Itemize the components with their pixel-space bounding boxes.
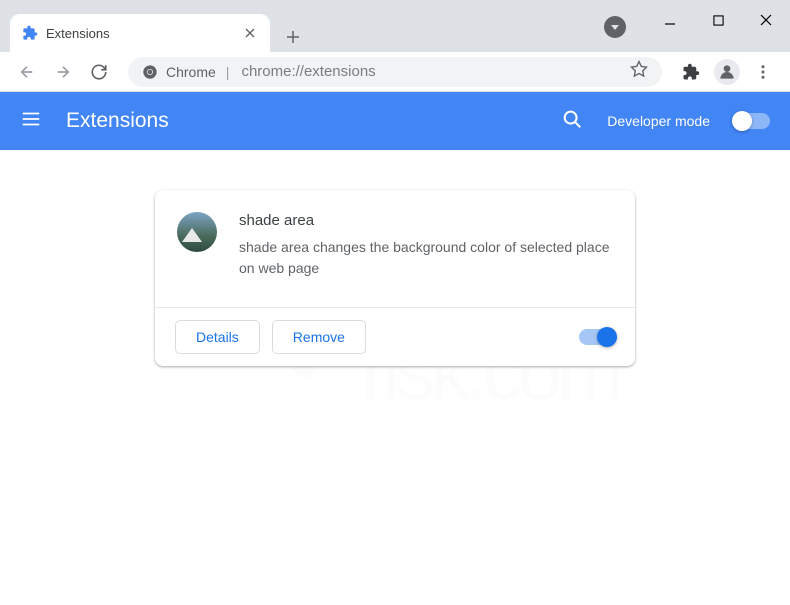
extensions-puzzle-icon[interactable] — [676, 57, 706, 87]
card-footer: Details Remove — [155, 307, 635, 366]
bookmark-star-icon[interactable] — [630, 60, 648, 83]
divider: | — [226, 64, 230, 80]
developer-mode-label: Developer mode — [607, 113, 710, 129]
tab-title: Extensions — [46, 26, 234, 41]
extension-description: shade area changes the background color … — [239, 237, 613, 279]
extension-enable-toggle[interactable] — [579, 329, 615, 345]
extension-icon — [22, 25, 38, 41]
address-label: Chrome — [166, 64, 216, 80]
minimize-button[interactable] — [646, 3, 694, 37]
close-button[interactable] — [742, 3, 790, 37]
extensions-header: Extensions Developer mode — [0, 92, 790, 150]
chrome-icon — [142, 64, 158, 80]
update-indicator[interactable] — [604, 16, 626, 38]
remove-button[interactable]: Remove — [272, 320, 366, 354]
developer-mode-toggle[interactable] — [734, 113, 770, 129]
toggle-knob — [597, 327, 617, 347]
extension-avatar-icon — [177, 212, 217, 252]
forward-button[interactable] — [48, 57, 78, 87]
menu-dots-icon[interactable] — [748, 57, 778, 87]
close-icon[interactable] — [242, 25, 258, 41]
browser-tab[interactable]: Extensions — [10, 14, 270, 52]
page-title: Extensions — [66, 109, 537, 133]
toggle-knob — [732, 111, 752, 131]
tab-strip: Extensions — [0, 0, 604, 52]
search-icon[interactable] — [561, 108, 583, 135]
back-button[interactable] — [12, 57, 42, 87]
extension-info: shade area shade area changes the backgr… — [239, 212, 613, 279]
maximize-button[interactable] — [694, 3, 742, 37]
new-tab-button[interactable] — [278, 22, 308, 52]
site-info: Chrome | — [142, 64, 231, 80]
browser-toolbar: Chrome | chrome://extensions — [0, 52, 790, 92]
url-text: chrome://extensions — [241, 63, 375, 80]
details-button[interactable]: Details — [175, 320, 260, 354]
extension-name: shade area — [239, 212, 613, 229]
hamburger-menu-icon[interactable] — [20, 108, 42, 135]
extension-card: shade area shade area changes the backgr… — [155, 190, 635, 366]
profile-avatar[interactable] — [712, 57, 742, 87]
window-titlebar: Extensions — [0, 0, 790, 52]
card-body: shade area shade area changes the backgr… — [155, 190, 635, 307]
reload-button[interactable] — [84, 57, 114, 87]
address-bar[interactable]: Chrome | chrome://extensions — [128, 57, 662, 87]
window-controls — [646, 0, 790, 40]
content-area: shade area shade area changes the backgr… — [0, 150, 790, 406]
